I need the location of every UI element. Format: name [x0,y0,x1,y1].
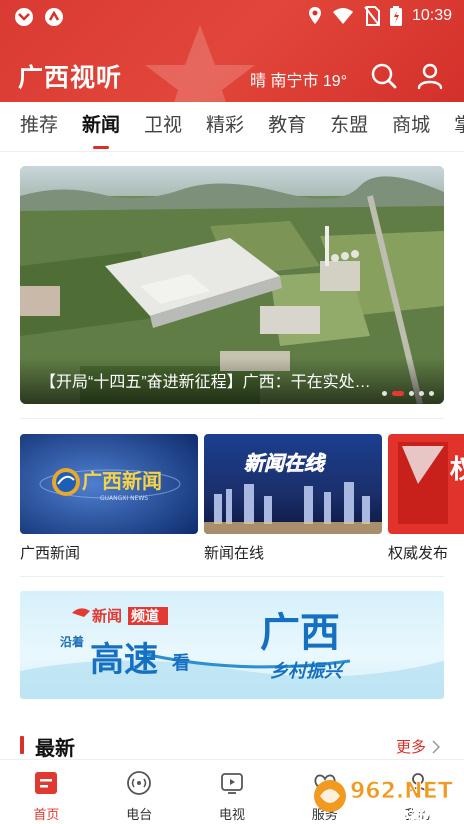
weather-info[interactable]: 晴 南宁市 19° [250,67,347,91]
carousel-dot[interactable] [429,391,434,396]
banner-big1: 高速 [90,640,158,680]
channel-label: 广西新闻 [20,545,81,562]
radio-icon [127,771,152,795]
channel-thumbnail: 广西新闻 GUANGXI NEWS [20,434,198,534]
tab-satellite-tv[interactable]: 卫视 [144,102,182,151]
no-sim-icon [364,6,380,26]
tab-recommend[interactable]: 推荐 [20,102,58,151]
tab-mall[interactable]: 商城 [392,102,430,151]
carousel-dot-active[interactable] [392,391,404,396]
hero-carousel[interactable]: 【开局“十四五”奋进新征程】广西：干在实处… [20,166,444,404]
carousel-indicator [382,391,434,396]
search-icon[interactable] [370,62,398,90]
guangxi-news-logo-sub: GUANGXI NEWS [100,495,148,502]
channel-thumbnail: 权 [388,434,464,534]
wifi-icon [332,8,353,24]
tab-highlights[interactable]: 精彩 [206,102,244,151]
nav-home[interactable]: 首页 [0,760,93,824]
category-tabs: 推荐 新闻 卫视 精彩 教育 东盟 商城 掌 [0,102,464,152]
watermark-site: 962.NET [350,779,453,804]
home-icon [35,772,58,794]
guangxi-news-logo-text: 广西新闻 [82,469,162,493]
app-header: 10:39 广西视听 晴 南宁市 19° [0,0,464,102]
app-title: 广西视听 [18,63,123,92]
banner-brand: 新闻 [92,607,122,625]
news-online-logo-text: 新闻在线 [244,451,327,475]
channel-list: 广西新闻 GUANGXI NEWS 广西新闻 新闻在线 新闻在线 权 权威发布 [20,434,464,564]
banner-small-left: 沿着 [59,634,84,649]
banner-slogan: 乡村振兴 [270,661,345,682]
site-watermark: 962.NET 乐游网 [314,779,453,822]
latest-section-header: 最新 更多 [0,730,464,760]
carousel-dot[interactable] [409,391,414,396]
news-channel-logo: 新闻 频道 [72,607,168,625]
notification-icon-2 [45,8,63,26]
channel-label: 权威发布 [388,545,449,562]
channel-thumbnail: 新闻在线 [204,434,382,534]
tab-education[interactable]: 教育 [268,102,306,151]
status-bar: 10:39 [0,0,464,34]
carousel-dot[interactable] [382,391,387,396]
nav-label: 电视 [218,807,245,822]
channel-news-online[interactable]: 新闻在线 新闻在线 [204,434,382,563]
hero-caption-overlay: 【开局“十四五”奋进新征程】广西：干在实处… [20,358,444,404]
section-divider [20,576,444,577]
channel-label: 新闻在线 [204,545,265,562]
banner-small-mid: 看 [171,652,190,674]
nav-tv[interactable]: 电视 [186,760,279,824]
nav-label: 电台 [126,807,153,822]
channel-guangxi-news[interactable]: 广西新闻 GUANGXI NEWS 广西新闻 [20,434,198,563]
status-time: 10:39 [411,7,452,24]
tv-icon [221,773,243,794]
hero-caption[interactable]: 【开局“十四五”奋进新征程】广西：干在实处… [40,368,371,392]
channel-official-release[interactable]: 权 权威发布 [388,434,464,563]
tab-asean[interactable]: 东盟 [330,102,368,151]
promo-banner[interactable]: 新闻 频道 沿着 高速 看 广西 乡村振兴 [20,591,444,699]
tab-news[interactable]: 新闻 [82,102,120,151]
watermark-sub: 乐游网 [396,805,438,822]
banner-big2: 广西 [260,609,340,656]
location-icon [308,7,321,24]
user-icon[interactable] [416,62,444,90]
official-release-logo-text: 权 [449,455,464,485]
nav-label: 首页 [33,807,60,822]
chevron-right-icon [432,739,440,754]
more-link[interactable]: 更多 [396,736,440,757]
guangxi-news-logo: 广西新闻 GUANGXI NEWS [20,434,198,534]
more-link-label: 更多 [395,739,426,756]
notification-icon [15,8,33,26]
nav-radio[interactable]: 电台 [93,760,186,824]
news-online-logo: 新闻在线 [204,434,382,534]
latest-title: 最新 [35,738,75,760]
banner-brand2: 频道 [131,608,159,625]
carousel-dot[interactable] [419,391,424,396]
battery-icon [389,6,402,26]
section-divider [20,418,444,419]
section-marker [20,736,24,754]
promo-banner-art: 新闻 频道 沿着 高速 看 广西 乡村振兴 [20,607,444,699]
tab-more[interactable]: 掌 [454,102,464,151]
official-release-logo: 权 [388,434,464,534]
